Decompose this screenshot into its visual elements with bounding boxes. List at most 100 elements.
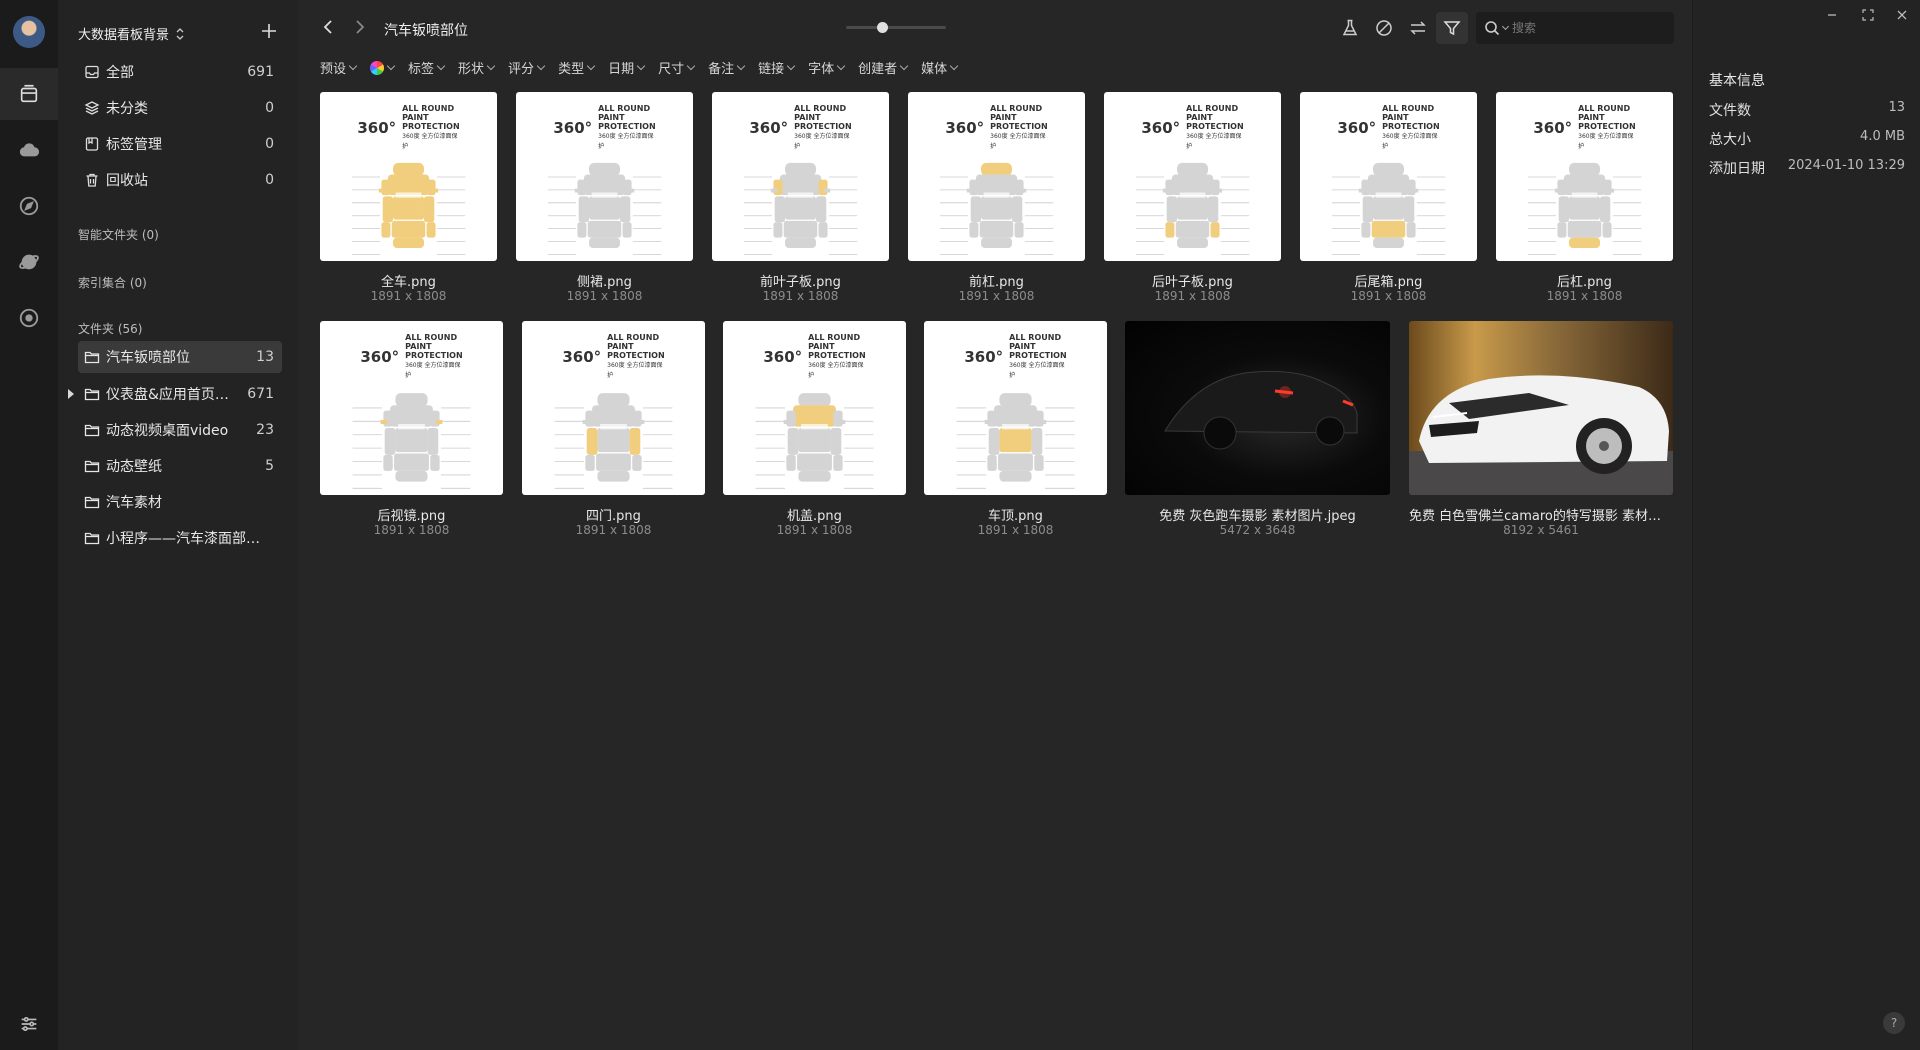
thumbnail-name[interactable]: 后叶子板.png [1104, 271, 1281, 290]
folder-item[interactable]: 汽车钣喷部位 13 [78, 341, 282, 373]
filter-font[interactable]: 字体 [808, 58, 846, 77]
folder-item[interactable]: 动态视频桌面video 23 [78, 414, 282, 446]
thumbnail-image[interactable]: 360° ALL ROUND PAINT PROTECTION 360度 全方位漆面… [712, 92, 889, 261]
car-diagram [1506, 128, 1663, 257]
thumbnail-name[interactable]: 前杠.png [908, 271, 1085, 290]
thumbnail-card[interactable]: 360° ALL ROUND PAINT PROTECTION 360度 全方位漆面… [1496, 92, 1673, 311]
folder-label: 汽车素材 [106, 495, 162, 511]
folder-label: 动态视频桌面video [106, 423, 229, 439]
thumbnail-card[interactable]: 360° ALL ROUND PAINT PROTECTION 360度 全方位漆面… [723, 321, 906, 545]
planet-icon[interactable] [0, 236, 58, 288]
thumbnail-dimensions: 1891 x 1808 [575, 523, 652, 537]
filter-color[interactable] [370, 60, 396, 75]
search-box[interactable] [1476, 12, 1674, 44]
thumbnail-card[interactable]: 360° ALL ROUND PAINT PROTECTION 360度 全方位漆面… [522, 321, 705, 545]
settings-sliders-icon[interactable] [0, 998, 58, 1050]
sidebar-item-all[interactable]: 全部 691 [78, 56, 282, 88]
close-icon[interactable] [1895, 8, 1909, 22]
thumbnail-image[interactable]: 360° ALL ROUND PAINT PROTECTION 360度 全方位漆面… [320, 321, 503, 495]
thumbnail-image[interactable]: 360° ALL ROUND PAINT PROTECTION 360度 全方位漆面… [908, 92, 1085, 261]
thumbnail-name[interactable]: 后尾箱.png [1300, 271, 1477, 290]
page-title: 汽车钣喷部位 [384, 23, 468, 39]
smart-folders-section[interactable]: 智能文件夹 (0) [78, 226, 159, 243]
car-diagram [918, 128, 1075, 257]
thumbnail-name[interactable]: 后视镜.png [320, 505, 503, 524]
thumbnail-card[interactable]: 360° ALL ROUND PAINT PROTECTION 360度 全方位漆面… [516, 92, 693, 311]
folder-item[interactable]: 小程序——汽车漆面部位... [78, 522, 282, 554]
filter-shape[interactable]: 形状 [458, 58, 496, 77]
folder-item[interactable]: 汽车素材 [78, 486, 282, 518]
cloud-icon[interactable] [0, 124, 58, 176]
thumbnail-image[interactable]: 360° ALL ROUND PAINT PROTECTION 360度 全方位漆面… [723, 321, 906, 495]
filter-size[interactable]: 尺寸 [658, 58, 696, 77]
filter-type[interactable]: 类型 [558, 58, 596, 77]
filter-notes[interactable]: 备注 [708, 58, 746, 77]
filter-date[interactable]: 日期 [608, 58, 646, 77]
thumbnail-name[interactable]: 免费 灰色跑车摄影 素材图片.jpeg [1125, 505, 1390, 524]
restore-icon[interactable] [1861, 8, 1875, 22]
thumbnail-name[interactable]: 机盖.png [723, 505, 906, 524]
flask-icon[interactable] [1340, 18, 1360, 38]
no-entry-icon[interactable] [1374, 18, 1394, 38]
swap-icon[interactable] [1408, 18, 1428, 38]
user-avatar[interactable] [13, 16, 45, 48]
library-icon[interactable] [0, 68, 58, 120]
filter-button[interactable] [1436, 12, 1468, 44]
thumbnail-dimensions: 1891 x 1808 [958, 289, 1035, 303]
chevron-down-icon [1501, 22, 1510, 31]
index-collections-section[interactable]: 索引集合 (0) [78, 274, 147, 291]
filter-creator[interactable]: 创建者 [858, 58, 909, 77]
filter-link[interactable]: 链接 [758, 58, 796, 77]
thumbnail-image[interactable] [1409, 321, 1673, 495]
thumbnail-card[interactable]: 360° ALL ROUND PAINT PROTECTION 360度 全方位漆面… [908, 92, 1085, 311]
thumbnail-card[interactable]: 免费 白色雪佛兰camaro的特写摄影 素材图片.jp...8192 x 546… [1409, 321, 1673, 545]
thumbnail-card[interactable]: 360° ALL ROUND PAINT PROTECTION 360度 全方位漆面… [1104, 92, 1281, 311]
thumbnail-name[interactable]: 四门.png [522, 505, 705, 524]
filter-rating[interactable]: 评分 [508, 58, 546, 77]
minimize-icon[interactable] [1825, 8, 1839, 22]
thumbnail-name[interactable]: 免费 白色雪佛兰camaro的特写摄影 素材图片.jp... [1409, 505, 1673, 524]
sidebar-item-uncategorized[interactable]: 未分类 0 [78, 92, 282, 124]
folder-item[interactable]: 仪表盘&应用首页精... 671 [78, 378, 282, 410]
thumbnail-card[interactable]: 360° ALL ROUND PAINT PROTECTION 360度 全方位漆面… [320, 321, 503, 545]
thumbnail-name[interactable]: 车顶.png [924, 505, 1107, 524]
help-button[interactable]: ? [1883, 1012, 1905, 1034]
thumbnail-image[interactable]: 360° ALL ROUND PAINT PROTECTION 360度 全方位漆面… [320, 92, 497, 261]
thumbnail-size-slider[interactable] [846, 22, 946, 33]
forward-arrow-icon[interactable] [350, 18, 368, 36]
thumbnail-name[interactable]: 侧裙.png [516, 271, 693, 290]
folder-item[interactable]: 动态壁纸 5 [78, 450, 282, 482]
thumbnail-image[interactable]: 360° ALL ROUND PAINT PROTECTION 360度 全方位漆面… [516, 92, 693, 261]
search-input[interactable] [1512, 21, 1662, 35]
thumbnail-name[interactable]: 后杠.png [1496, 271, 1673, 290]
thumbnail-card[interactable]: 360° ALL ROUND PAINT PROTECTION 360度 全方位漆面… [1300, 92, 1477, 311]
add-library-icon[interactable] [260, 22, 278, 40]
thumbnail-image[interactable]: 360° ALL ROUND PAINT PROTECTION 360度 全方位漆面… [924, 321, 1107, 495]
main-content: 汽车钣喷部位 预设 标签 形状 评分 类型 日期 尺寸 备注 链接 字体 创建者… [298, 0, 1692, 1050]
thumbnail-image[interactable]: 360° ALL ROUND PAINT PROTECTION 360度 全方位漆面… [522, 321, 705, 495]
filter-media[interactable]: 媒体 [921, 58, 959, 77]
folders-section[interactable]: 文件夹 (56) [78, 320, 142, 337]
plugin-icon[interactable] [0, 292, 58, 344]
thumbnail-image[interactable]: 360° ALL ROUND PAINT PROTECTION 360度 全方位漆面… [1300, 92, 1477, 261]
filter-preset[interactable]: 预设 [320, 58, 358, 77]
thumbnail-card[interactable]: 免费 灰色跑车摄影 素材图片.jpeg 5472 x 3648 [1125, 321, 1390, 545]
thumbnail-image[interactable]: 360° ALL ROUND PAINT PROTECTION 360度 全方位漆面… [1496, 92, 1673, 261]
filter-tags[interactable]: 标签 [408, 58, 446, 77]
thumbnail-image[interactable] [1125, 321, 1390, 495]
back-arrow-icon[interactable] [320, 18, 338, 36]
thumbnail-name[interactable]: 前叶子板.png [712, 271, 889, 290]
compass-icon[interactable] [0, 180, 58, 232]
thumbnail-image[interactable]: 360° ALL ROUND PAINT PROTECTION 360度 全方位漆面… [1104, 92, 1281, 261]
sidebar-item-tags[interactable]: 标签管理 0 [78, 128, 282, 160]
folder-icon [84, 460, 100, 473]
thumbnail-name[interactable]: 全车.png [320, 271, 497, 290]
thumbnail-card[interactable]: 360° ALL ROUND PAINT PROTECTION 360度 全方位漆面… [712, 92, 889, 311]
slider-knob[interactable] [877, 22, 888, 33]
library-switcher[interactable]: 大数据看板背景 [78, 24, 185, 43]
expand-caret-icon[interactable] [68, 389, 74, 399]
sidebar-item-trash[interactable]: 回收站 0 [78, 164, 282, 196]
thumbnail-card[interactable]: 360° ALL ROUND PAINT PROTECTION 360度 全方位漆面… [924, 321, 1107, 545]
thumbnail-card[interactable]: 360° ALL ROUND PAINT PROTECTION 360度 全方位漆面… [320, 92, 497, 311]
folder-icon [84, 532, 100, 545]
